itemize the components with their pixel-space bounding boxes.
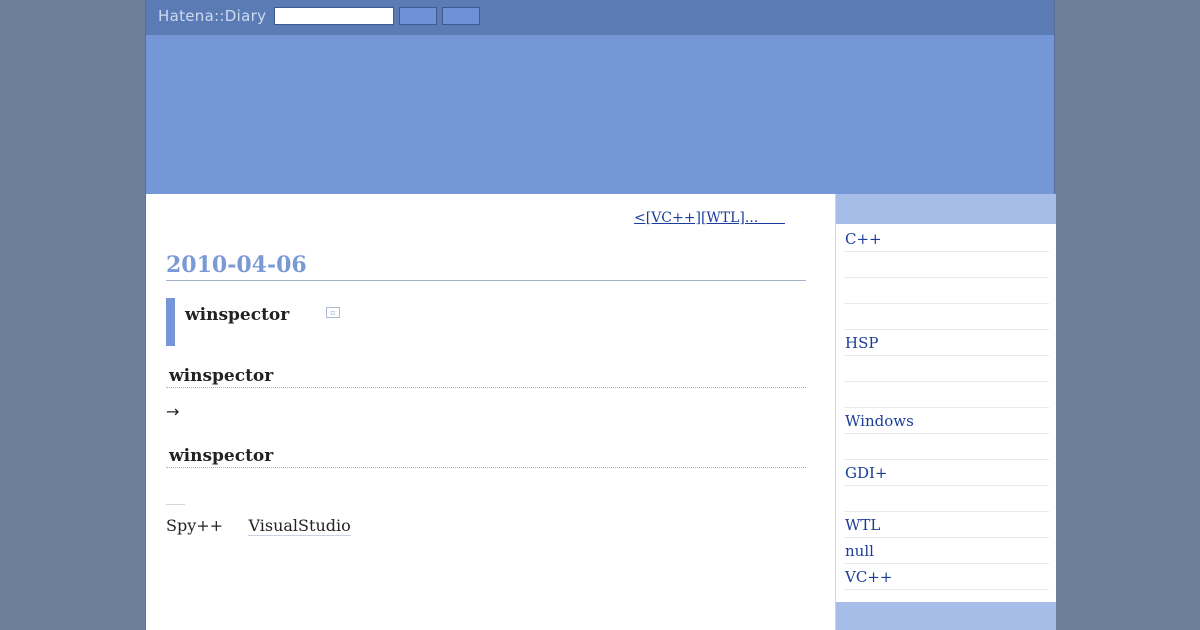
sidebar-item-cpp[interactable]: C++ <box>844 226 1049 252</box>
sidebar-item-null[interactable]: null <box>844 538 1049 564</box>
sidebar-item-vcpp[interactable]: VC++ <box>844 564 1049 590</box>
search-input[interactable] <box>274 7 394 25</box>
section-heading: winspector <box>166 366 806 388</box>
image-icon[interactable]: ▫ <box>326 307 340 318</box>
entry-title-bar <box>166 298 175 346</box>
top-bar: Hatena::Diary <box>146 0 1054 35</box>
previous-entry-link[interactable]: <[VC++][WTL]... <box>634 210 785 226</box>
section-heading: winspector <box>166 446 806 468</box>
search-button[interactable] <box>399 7 437 25</box>
entry-title[interactable]: winspector <box>185 305 289 325</box>
sidebar-item[interactable] <box>844 278 1049 304</box>
sidebar: C++ HSP Windows GDI+ WTL null VC++ <box>835 194 1056 630</box>
category-list: C++ HSP Windows GDI+ WTL null VC++ <box>844 226 1049 590</box>
sidebar-item-windows[interactable]: Windows <box>844 408 1049 434</box>
sidebar-item[interactable] <box>844 434 1049 460</box>
divider <box>166 504 185 505</box>
sidebar-item-hsp[interactable]: HSP <box>844 330 1049 356</box>
page: Hatena::Diary <[VC++][WTL]... 2010-04-06… <box>145 0 1056 630</box>
sidebar-item-gdiplus[interactable]: GDI+ <box>844 460 1049 486</box>
sidebar-item[interactable] <box>844 252 1049 278</box>
sidebar-item[interactable] <box>844 356 1049 382</box>
main-content: <[VC++][WTL]... 2010-04-06 winspector ▫ … <box>146 194 835 630</box>
sidebar-item-wtl[interactable]: WTL <box>844 512 1049 538</box>
header-banner <box>146 35 1054 194</box>
arrow-text: → <box>166 402 180 421</box>
sidebar-item[interactable] <box>844 304 1049 330</box>
sidebar-item[interactable] <box>844 486 1049 512</box>
paragraph: Spy++ VisualStudio <box>166 516 351 536</box>
sidebar-header <box>836 194 1056 224</box>
paragraph-text: Spy++ <box>166 516 249 535</box>
sidebar-item[interactable] <box>844 382 1049 408</box>
hatena-diary-logo[interactable]: Hatena::Diary <box>158 7 266 25</box>
keyword-link[interactable]: VisualStudio <box>248 516 351 536</box>
entry-date[interactable]: 2010-04-06 <box>166 252 806 281</box>
sidebar-footer <box>836 602 1056 630</box>
secondary-button[interactable] <box>442 7 480 25</box>
